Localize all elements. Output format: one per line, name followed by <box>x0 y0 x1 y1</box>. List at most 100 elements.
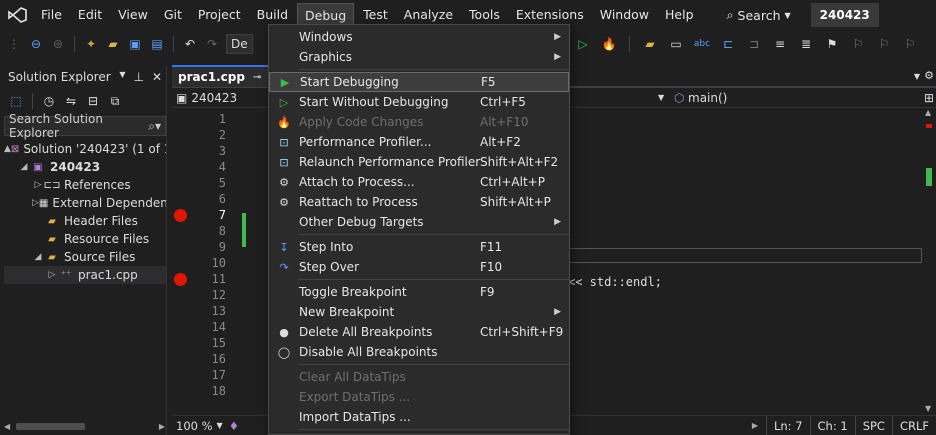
tree-item[interactable]: ▰ Resource Files <box>4 230 166 248</box>
search-icon[interactable]: ⌕▾ <box>148 119 161 134</box>
tree-item[interactable]: ▷ ⁺⁺ prac1.cpp <box>4 266 166 284</box>
tree-expander-icon[interactable]: ▷ <box>32 180 44 190</box>
bookmark-icon[interactable]: ⚑ <box>824 36 840 52</box>
tree-item[interactable]: ▷ ⊏⊐ References <box>4 176 166 194</box>
menu-item-performance-profiler[interactable]: ⊡ Performance Profiler... Alt+F2 <box>269 132 569 152</box>
menu-item-import-datatips[interactable]: Import DataTips ... <box>269 407 569 427</box>
menu-item-step-into[interactable]: ↧ Step Into F11 <box>269 237 569 257</box>
menu-item-graphics[interactable]: Graphics ▶ <box>269 47 569 67</box>
tree-item[interactable]: ▷ ▦ External Dependenc <box>4 194 166 212</box>
horizontal-scrollbar[interactable]: ◀ ▶ <box>4 419 167 433</box>
split-add-icon[interactable]: ⊞ <box>924 91 934 105</box>
folder-icon[interactable]: ▰ <box>642 36 658 52</box>
undo-icon[interactable]: ↶ <box>182 36 198 52</box>
new-project-icon[interactable]: ✦ <box>83 36 99 52</box>
menu-item-relaunch-performance-profiler[interactable]: ⊡ Relaunch Performance Profiler Shift+Alt+… <box>269 152 569 172</box>
breakpoint-icon[interactable] <box>174 209 187 222</box>
solution-explorer-search-input[interactable]: Search Solution Explorer ⌕▾ <box>4 112 166 140</box>
menu-item-start-debugging[interactable]: ▶ Start Debugging F5 <box>269 72 569 92</box>
code-health-icon[interactable]: ♦ <box>229 419 239 433</box>
show-all-files-icon[interactable]: ⧉ <box>107 93 123 109</box>
menu-git[interactable]: Git <box>157 3 189 27</box>
zoom-dropdown-icon[interactable]: ▼ <box>217 421 223 430</box>
menu-view[interactable]: View <box>111 3 155 27</box>
tree-expander-icon[interactable]: ▷ <box>32 198 39 208</box>
tab-list-dropdown-icon[interactable]: ▼ <box>914 72 920 81</box>
spell-check-icon[interactable]: abc <box>694 36 710 52</box>
editor-settings-icon[interactable]: ⚙ <box>924 69 934 82</box>
menu-item-start-without-debugging[interactable]: ▷ Start Without Debugging Ctrl+F5 <box>269 92 569 112</box>
tree-expander-icon[interactable]: ◢ <box>32 252 44 262</box>
menu-item-toggle-breakpoint[interactable]: Toggle Breakpoint F9 <box>269 282 569 302</box>
menu-item-disable-all-breakpoints[interactable]: ◯ Disable All Breakpoints <box>269 342 569 362</box>
scroll-right-icon[interactable]: ▶ <box>159 422 165 431</box>
scroll-up-icon[interactable]: ▲ <box>925 108 931 117</box>
menu-item-reattach-to-process[interactable]: ⚙ Reattach to Process Shift+Alt+P <box>269 192 569 212</box>
scroll-left-icon[interactable]: ◀ <box>4 422 10 431</box>
start-without-debugging-icon[interactable]: ▷ <box>575 36 591 52</box>
menu-item-other-debug-targets[interactable]: Other Debug Targets ▶ <box>269 212 569 232</box>
vertical-scrollbar[interactable]: ▲ ▼ <box>922 108 936 413</box>
bookmark-next-icon[interactable]: ⚐ <box>876 36 892 52</box>
scroll-right-icon[interactable]: ▶ <box>744 421 766 430</box>
bookmark-prev-icon[interactable]: ⚐ <box>850 36 866 52</box>
save-all-icon[interactable]: ▤ <box>149 36 165 52</box>
navigate-forward-icon[interactable]: ⊜ <box>50 36 66 52</box>
save-icon[interactable]: ▣ <box>127 36 143 52</box>
solution-explorer-header: Solution Explorer ▼ ⊥ ✕ <box>4 66 166 88</box>
tree-item[interactable]: ▰ Header Files <box>4 212 166 230</box>
line-number: 4 <box>218 160 226 174</box>
search-button[interactable]: ⌕ Search ▼ <box>721 4 797 26</box>
member-nav-dropdown[interactable]: main() <box>688 91 727 105</box>
switch-views-icon[interactable]: ⬚ <box>8 93 24 109</box>
hot-reload-icon[interactable]: 🔥 <box>601 36 617 52</box>
scrollbar-thumb[interactable] <box>16 422 85 430</box>
menu-help[interactable]: Help <box>658 3 701 27</box>
solution-name-badge[interactable]: 240423 <box>810 3 879 27</box>
line-indicator[interactable]: Ln: 7 <box>765 415 810 435</box>
menu-item-delete-all-breakpoints[interactable]: ● Delete All Breakpoints Ctrl+Shift+F9 <box>269 322 569 342</box>
tree-expander-icon[interactable]: ▷ <box>46 270 58 280</box>
tree-item[interactable]: ▲ ⊠ Solution '240423' (1 of 1 <box>4 140 166 158</box>
menu-item-step-over[interactable]: ↷ Step Over F10 <box>269 257 569 277</box>
menu-project[interactable]: Project <box>191 3 248 27</box>
line-number-gutter[interactable]: 1 2 3 4 5 6 7 8 9 10 11 12 13 14 15 16 17 18 <box>172 108 256 413</box>
collapse-all-icon[interactable]: ⊟ <box>85 93 101 109</box>
pin-icon[interactable]: ⊥ <box>133 70 143 84</box>
bookmark-clear-icon[interactable]: ⚐ <box>902 36 918 52</box>
tree-expander-icon[interactable]: ▲ <box>4 144 11 154</box>
comment-icon[interactable]: ⊏ <box>720 36 736 52</box>
scroll-down-icon[interactable]: ▼ <box>925 404 931 413</box>
tree-expander-icon[interactable]: ◢ <box>18 162 30 172</box>
indent-icon[interactable]: ≡ <box>772 36 788 52</box>
column-indicator[interactable]: Ch: 1 <box>809 415 855 435</box>
project-nav-dropdown[interactable]: 240423 <box>191 91 237 105</box>
redo-icon[interactable]: ↷ <box>204 36 220 52</box>
sync-icon[interactable]: ⇋ <box>63 93 79 109</box>
panel-options-icon[interactable]: ▼ <box>119 70 125 84</box>
visual-studio-logo-icon[interactable] <box>0 0 34 30</box>
menu-file[interactable]: File <box>34 3 69 27</box>
outdent-icon[interactable]: ≣ <box>798 36 814 52</box>
pin-tab-icon[interactable]: ⊸ <box>253 72 261 83</box>
close-icon[interactable]: ✕ <box>152 70 162 84</box>
menu-item-new-breakpoint[interactable]: New Breakpoint ▶ <box>269 302 569 322</box>
pending-changes-icon[interactable]: ◷ <box>41 93 57 109</box>
navigate-back-icon[interactable]: ⊖ <box>28 36 44 52</box>
menu-edit[interactable]: Edit <box>71 3 109 27</box>
menu-item-attach-to-process[interactable]: ⚙ Attach to Process... Ctrl+Alt+P <box>269 172 569 192</box>
open-file-icon[interactable]: ▰ <box>105 36 121 52</box>
solution-config-combo[interactable]: De <box>226 34 253 54</box>
breakpoint-icon[interactable] <box>174 273 187 286</box>
window-layout-icon[interactable]: ▭ <box>668 36 684 52</box>
menu-item-label: New Breakpoint <box>299 305 395 319</box>
member-nav-chevron-icon[interactable]: ▼ <box>658 93 664 102</box>
line-ending-indicator[interactable]: CRLF <box>891 415 936 435</box>
uncomment-icon[interactable]: ⊐ <box>746 36 762 52</box>
menu-item-windows[interactable]: Windows ▶ <box>269 27 569 47</box>
tree-item[interactable]: ◢ ▰ Source Files <box>4 248 166 266</box>
whitespace-indicator[interactable]: SPC <box>854 415 892 435</box>
menu-window[interactable]: Window <box>593 3 656 27</box>
zoom-level[interactable]: 100 % <box>172 419 217 433</box>
tree-item[interactable]: ◢ ▣ 240423 <box>4 158 166 176</box>
